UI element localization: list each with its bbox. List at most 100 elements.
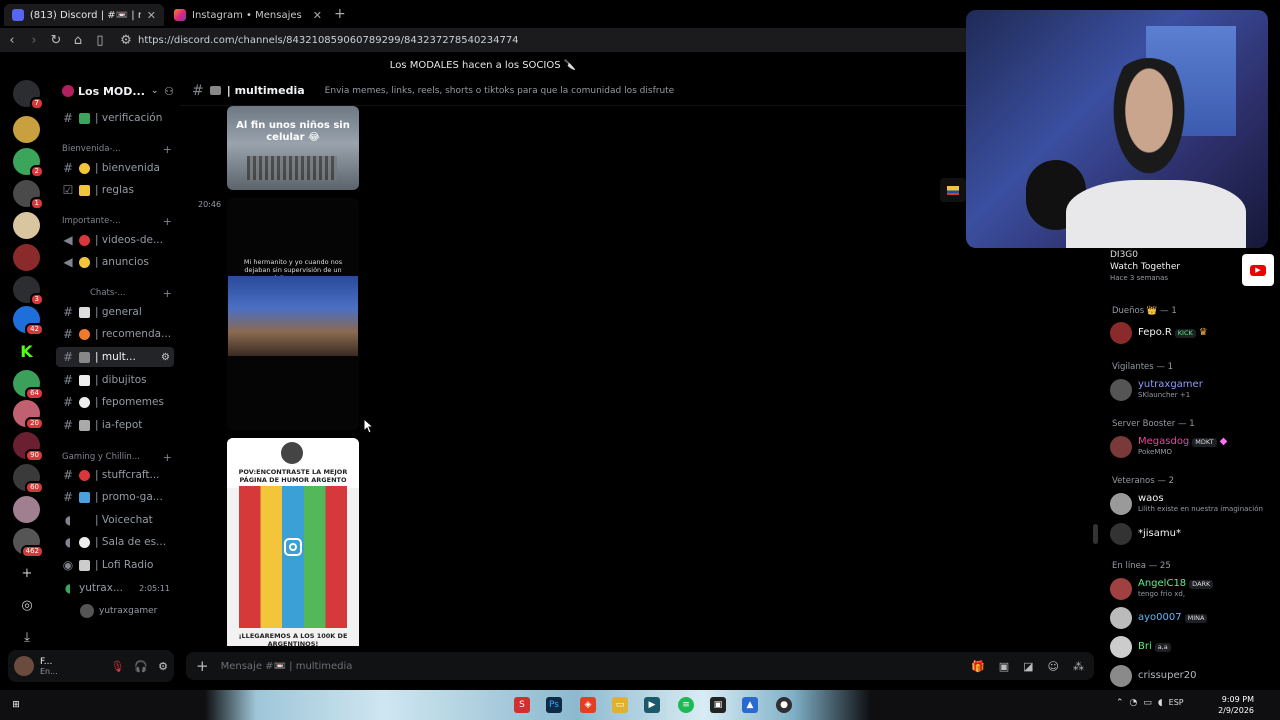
channel-multimedia[interactable]: # | mult... ⚙: [56, 347, 174, 367]
back-icon[interactable]: ‹: [2, 30, 22, 50]
language-flag-button[interactable]: [940, 178, 966, 202]
language-indicator[interactable]: ESP: [1169, 698, 1184, 708]
youtube-icon[interactable]: ▶: [1242, 254, 1274, 286]
system-clock[interactable]: 9:09 PM 2/9/2026: [1218, 694, 1254, 716]
kick-server-icon[interactable]: K: [13, 338, 40, 365]
message-composer[interactable]: + Mensaje #📼 | multimedia 🎁 ▣ ◪ ☺ ⁂: [186, 652, 1094, 680]
chevron-up-icon[interactable]: ⌃: [1116, 698, 1124, 708]
invite-user-icon[interactable]: ⚇: [164, 85, 174, 98]
tab-discord[interactable]: (813) Discord | #📼 | multimedia ✕: [4, 4, 164, 26]
user-info[interactable]: F... En...: [40, 657, 58, 676]
activity-card[interactable]: DI3G0 Watch Together Hace 3 semanas ▶: [1110, 250, 1278, 290]
close-tab-icon[interactable]: ✕: [147, 9, 156, 22]
tab-instagram[interactable]: Instagram • Mensajes ✕: [166, 4, 330, 26]
channel-voicechat[interactable]: ◖ | Voicechat: [56, 510, 174, 530]
member-row[interactable]: Fepo.R KICK ♛: [1110, 321, 1278, 345]
download-icon[interactable]: ⤓: [17, 627, 37, 647]
photoshop-icon[interactable]: Ps: [546, 697, 562, 713]
member-row[interactable]: crissuper20: [1110, 664, 1278, 688]
new-tab-icon[interactable]: +: [334, 6, 346, 22]
server-icon[interactable]: 3: [13, 276, 44, 306]
attach-plus-icon[interactable]: +: [196, 657, 209, 675]
channel-bienvenida[interactable]: # | bienvenida: [56, 158, 174, 178]
channel-topic[interactable]: Envia memes, links, reels, shorts o tikt…: [325, 86, 675, 96]
discover-icon[interactable]: ◎: [17, 595, 37, 615]
channel-fepomemes[interactable]: # | fepomemes: [56, 392, 174, 412]
category-chats[interactable]: Chats-... +: [62, 286, 172, 300]
volume-icon[interactable]: ◖: [1158, 698, 1163, 708]
add-channel-icon[interactable]: +: [163, 451, 172, 464]
server-icon[interactable]: 60: [13, 464, 44, 494]
server-header[interactable]: Los MOD... ⌄ ⚇: [54, 76, 180, 106]
member-row[interactable]: Megasdog MDKT ◆ PokeMMO: [1110, 435, 1278, 459]
emoji-icon[interactable]: ☺: [1048, 660, 1059, 673]
add-channel-icon[interactable]: +: [163, 143, 172, 156]
channel-recomenda[interactable]: # | recomenda...: [56, 324, 174, 344]
category-bienvenida[interactable]: Bienvenida-... +: [62, 142, 172, 156]
member-row[interactable]: yutraxgamer SKlauncher +1: [1110, 378, 1278, 402]
app-icon[interactable]: ◈: [580, 697, 596, 713]
avatar[interactable]: [14, 656, 34, 676]
member-row[interactable]: Bri a,a: [1110, 635, 1278, 659]
server-icon[interactable]: [13, 244, 40, 271]
gif-icon[interactable]: ▣: [999, 660, 1009, 673]
network-icon[interactable]: ▭: [1143, 698, 1152, 708]
channel-promo[interactable]: # | promo-ga...: [56, 487, 174, 507]
app-icon[interactable]: ▶: [644, 697, 660, 713]
headphones-icon[interactable]: 🎧: [134, 660, 148, 673]
voice-participant[interactable]: yutraxgamer: [80, 604, 157, 618]
channel-yutrax-voice[interactable]: ◖ yutrax... 2:05:11: [56, 578, 174, 598]
add-channel-icon[interactable]: +: [163, 287, 172, 300]
channel-ia-fepot[interactable]: # | ia-fepot: [56, 415, 174, 435]
server-icon[interactable]: [13, 496, 40, 523]
channel-videos[interactable]: ◀ | videos-de...: [56, 230, 174, 250]
add-server-icon[interactable]: +: [17, 563, 37, 583]
site-info-icon[interactable]: ⚙: [116, 30, 136, 50]
channel-lofi[interactable]: ◉ | Lofi Radio: [56, 555, 174, 575]
bookmark-icon[interactable]: ▯: [90, 30, 110, 50]
channel-stuffcraft[interactable]: # | stuffcraft...: [56, 465, 174, 485]
composer-placeholder[interactable]: Mensaje #📼 | multimedia: [221, 661, 353, 672]
server-icon[interactable]: 2: [13, 148, 44, 178]
channel-anuncios[interactable]: ◀ | anuncios: [56, 252, 174, 272]
category-gaming[interactable]: Gaming y Chillin... +: [62, 450, 172, 464]
mic-muted-icon[interactable]: 🎙: [110, 660, 124, 673]
home-icon[interactable]: ⌂: [68, 30, 88, 50]
video-attachment[interactable]: Mi hermanito y yo cuando nos dejaban sin…: [227, 198, 359, 430]
url-text[interactable]: https://discord.com/channels/84321085906…: [138, 35, 519, 46]
gift-icon[interactable]: 🎁: [971, 660, 985, 673]
folder-icon[interactable]: ▭: [612, 697, 628, 713]
instagram-embed[interactable]: POV:ENCONTRASTE LA MEJOR PÁGINA DE HUMOR…: [227, 438, 359, 646]
message-list[interactable]: Al fin unos niños sin celular 😂 20:46 Mi…: [180, 106, 1098, 646]
image-attachment[interactable]: Al fin unos niños sin celular 😂: [227, 106, 359, 190]
server-icon[interactable]: 20: [13, 400, 44, 430]
reload-icon[interactable]: ↻: [46, 30, 66, 50]
server-icon[interactable]: 42: [13, 306, 44, 336]
spotify-icon[interactable]: ≡: [678, 697, 694, 713]
channel-dibujitos[interactable]: # | dibujitos: [56, 370, 174, 390]
member-row[interactable]: ayo0007 MINA: [1110, 606, 1278, 630]
app-icon[interactable]: ▣: [710, 697, 726, 713]
member-row[interactable]: waos Lilith existe en nuestra imaginación: [1110, 492, 1278, 516]
app-icon[interactable]: ▲: [742, 697, 758, 713]
add-channel-icon[interactable]: +: [163, 215, 172, 228]
close-tab-icon[interactable]: ✕: [313, 9, 322, 22]
channel-general[interactable]: # | general: [56, 302, 174, 322]
forward-icon[interactable]: ›: [24, 30, 44, 50]
home-button[interactable]: 7: [13, 80, 44, 110]
member-row[interactable]: AngelC18 DARK tengo frio xd,: [1110, 577, 1278, 601]
server-icon[interactable]: [13, 116, 40, 143]
channel-verificacion[interactable]: # | verificación: [56, 108, 174, 128]
channel-sala[interactable]: ◖ | Sala de es...: [56, 532, 174, 552]
sticker-icon[interactable]: ◪: [1023, 660, 1033, 673]
server-icon[interactable]: 1: [13, 180, 44, 210]
server-icon[interactable]: [13, 212, 40, 239]
instagram-icon[interactable]: [284, 538, 302, 556]
member-row[interactable]: *jisamu*: [1110, 522, 1278, 546]
obs-icon[interactable]: ●: [776, 697, 792, 713]
app-icon[interactable]: S: [514, 697, 530, 713]
server-icon[interactable]: 90: [13, 432, 44, 462]
category-importante[interactable]: Importante-... +: [62, 214, 172, 228]
apps-icon[interactable]: ⁂: [1073, 660, 1084, 673]
settings-gear-icon[interactable]: ⚙: [161, 352, 170, 363]
